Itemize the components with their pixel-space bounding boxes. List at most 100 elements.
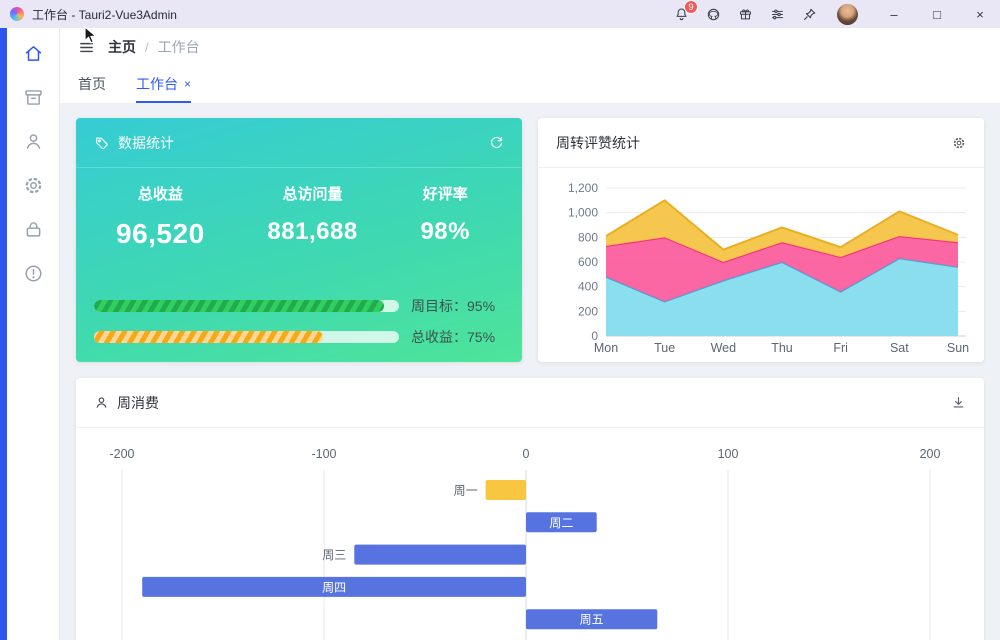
tag-icon <box>94 135 110 151</box>
notification-badge: 9 <box>684 0 698 14</box>
main-content: 数据统计 总收益 96,520 总访问量 881,688 好评率 98% 周目标… <box>60 104 1000 640</box>
stat-value: 96,520 <box>116 218 205 249</box>
progress-label: 周目标：95% <box>411 298 496 314</box>
stat-value: 98% <box>420 218 470 245</box>
tab-workbench-label: 工作台 <box>136 75 178 92</box>
archive-box-icon <box>24 89 42 105</box>
gear-icon <box>25 177 41 193</box>
maximize-button[interactable]: □ <box>930 8 944 21</box>
svg-text:周一: 周一 <box>454 484 478 498</box>
progress-track <box>94 331 399 343</box>
sidebar-item-settings[interactable] <box>7 163 59 207</box>
github-icon[interactable] <box>705 6 722 23</box>
app-logo-icon <box>10 7 24 21</box>
breadcrumb: 主页 / 工作台 <box>108 37 200 57</box>
svg-text:Wed: Wed <box>711 341 737 355</box>
svg-text:-100: -100 <box>311 447 336 461</box>
progress-track <box>94 300 399 312</box>
gift-icon[interactable] <box>737 6 754 23</box>
area-chart-card: 周转评赞统计 0 200 400 600 800 1,000 1,200 Mon Tue Wed T… <box>538 118 984 362</box>
sidebar <box>0 28 60 640</box>
svg-text:Fri: Fri <box>833 341 848 355</box>
exclamation-circle-icon <box>24 264 42 282</box>
sidebar-accent-strip <box>0 28 7 640</box>
tab-home[interactable]: 首页 <box>78 66 106 103</box>
svg-text:周三: 周三 <box>322 548 346 562</box>
svg-text:Sun: Sun <box>947 341 969 355</box>
refresh-icon[interactable] <box>489 135 504 150</box>
breadcrumb-current: 工作台 <box>157 39 200 55</box>
area-card-header: 周转评赞统计 <box>538 118 984 168</box>
progress-fill <box>94 300 384 312</box>
svg-text:600: 600 <box>578 255 598 269</box>
breadcrumb-home[interactable]: 主页 <box>108 37 136 57</box>
svg-text:1,000: 1,000 <box>568 206 598 220</box>
tab-close-icon[interactable]: × <box>184 78 191 90</box>
stats-card-title: 数据统计 <box>118 134 174 151</box>
stat-value: 881,688 <box>267 218 358 245</box>
header-bar: 主页 / 工作台 <box>60 28 1000 66</box>
sidebar-item-error[interactable] <box>7 251 59 295</box>
user-avatar[interactable] <box>837 3 858 25</box>
progress-section: 周目标：95% 总收益：75% <box>76 296 522 362</box>
svg-text:200: 200 <box>578 304 598 318</box>
svg-text:Thu: Thu <box>771 341 793 355</box>
minimize-button[interactable]: – <box>887 8 901 21</box>
window-title: 工作台 - Tauri2-Vue3Admin <box>32 7 177 22</box>
horizontal-bar-chart: -200 -100 0 100 200 周一周二周三周四周五 <box>109 447 941 640</box>
stacked-area-chart: 02004006008001,0001,200Mon Tue Wed Thu Fri Sa… <box>568 181 969 355</box>
stat-label: 总访问量 <box>282 186 343 203</box>
svg-text:周二: 周二 <box>549 516 573 530</box>
app-window: 工作台 - Tauri2-Vue3Admin 9 – □ × 主页 / 工作台 … <box>0 0 1000 640</box>
user-icon <box>94 395 109 410</box>
bar-card-header: 周消费 <box>76 378 984 428</box>
stat-label: 总收益 <box>137 186 183 203</box>
stat-label: 好评率 <box>422 186 468 203</box>
area-card-title: 周转评赞统计 <box>556 134 640 151</box>
stats-card: 数据统计 总收益 96,520 总访问量 881,688 好评率 98% 周目标… <box>76 118 522 362</box>
sidebar-item-home[interactable] <box>7 31 59 75</box>
svg-text:400: 400 <box>578 280 598 294</box>
sidebar-item-archive[interactable] <box>7 75 59 119</box>
breadcrumb-separator: / <box>145 39 149 55</box>
svg-text:800: 800 <box>578 230 598 244</box>
svg-text:0: 0 <box>523 447 530 461</box>
svg-text:-200: -200 <box>109 447 134 461</box>
notification-bell-icon[interactable]: 9 <box>673 0 698 23</box>
bar-card-title: 周消费 <box>117 394 159 411</box>
sliders-icon[interactable] <box>769 6 786 23</box>
pin-icon[interactable] <box>801 6 818 23</box>
chart-settings-gear-icon[interactable] <box>952 136 966 150</box>
stats-card-header: 数据统计 <box>76 118 522 168</box>
stats-row: 总收益 96,520 总访问量 881,688 好评率 98% <box>76 168 522 250</box>
svg-text:周四: 周四 <box>322 580 346 594</box>
tab-home-label: 首页 <box>78 75 106 92</box>
user-icon <box>26 133 40 149</box>
progress-label: 总收益：75% <box>411 329 496 345</box>
bar-chart-card: 周消费 -200 -100 0 100 200 周一周二周三周四周五 <box>76 378 984 640</box>
progress-row-total-revenue: 总收益：75% <box>94 327 504 347</box>
svg-text:Sat: Sat <box>890 341 909 355</box>
svg-text:200: 200 <box>920 447 941 461</box>
lock-icon <box>26 221 40 237</box>
hamburger-icon <box>80 42 93 52</box>
close-button[interactable]: × <box>973 8 987 21</box>
stat-rating: 好评率 98% <box>420 183 470 250</box>
svg-text:100: 100 <box>718 447 739 461</box>
tab-workbench[interactable]: 工作台 × <box>136 66 192 103</box>
svg-text:周五: 周五 <box>580 613 604 627</box>
tabs-bar: 首页 工作台 × <box>60 66 1000 104</box>
svg-text:Tue: Tue <box>654 341 675 355</box>
stat-revenue: 总收益 96,520 <box>116 183 205 250</box>
svg-text:Mon: Mon <box>594 341 618 355</box>
download-icon[interactable] <box>951 395 966 410</box>
home-icon <box>25 45 41 61</box>
sidebar-item-users[interactable] <box>7 119 59 163</box>
stat-visits: 总访问量 881,688 <box>267 183 357 250</box>
collapse-menu-button[interactable] <box>78 39 95 56</box>
progress-fill <box>94 331 323 343</box>
progress-row-weekly-goal: 周目标：95% <box>94 296 504 316</box>
svg-text:1,200: 1,200 <box>568 181 598 195</box>
titlebar: 工作台 - Tauri2-Vue3Admin 9 – □ × <box>0 0 1000 28</box>
sidebar-item-permissions[interactable] <box>7 207 59 251</box>
